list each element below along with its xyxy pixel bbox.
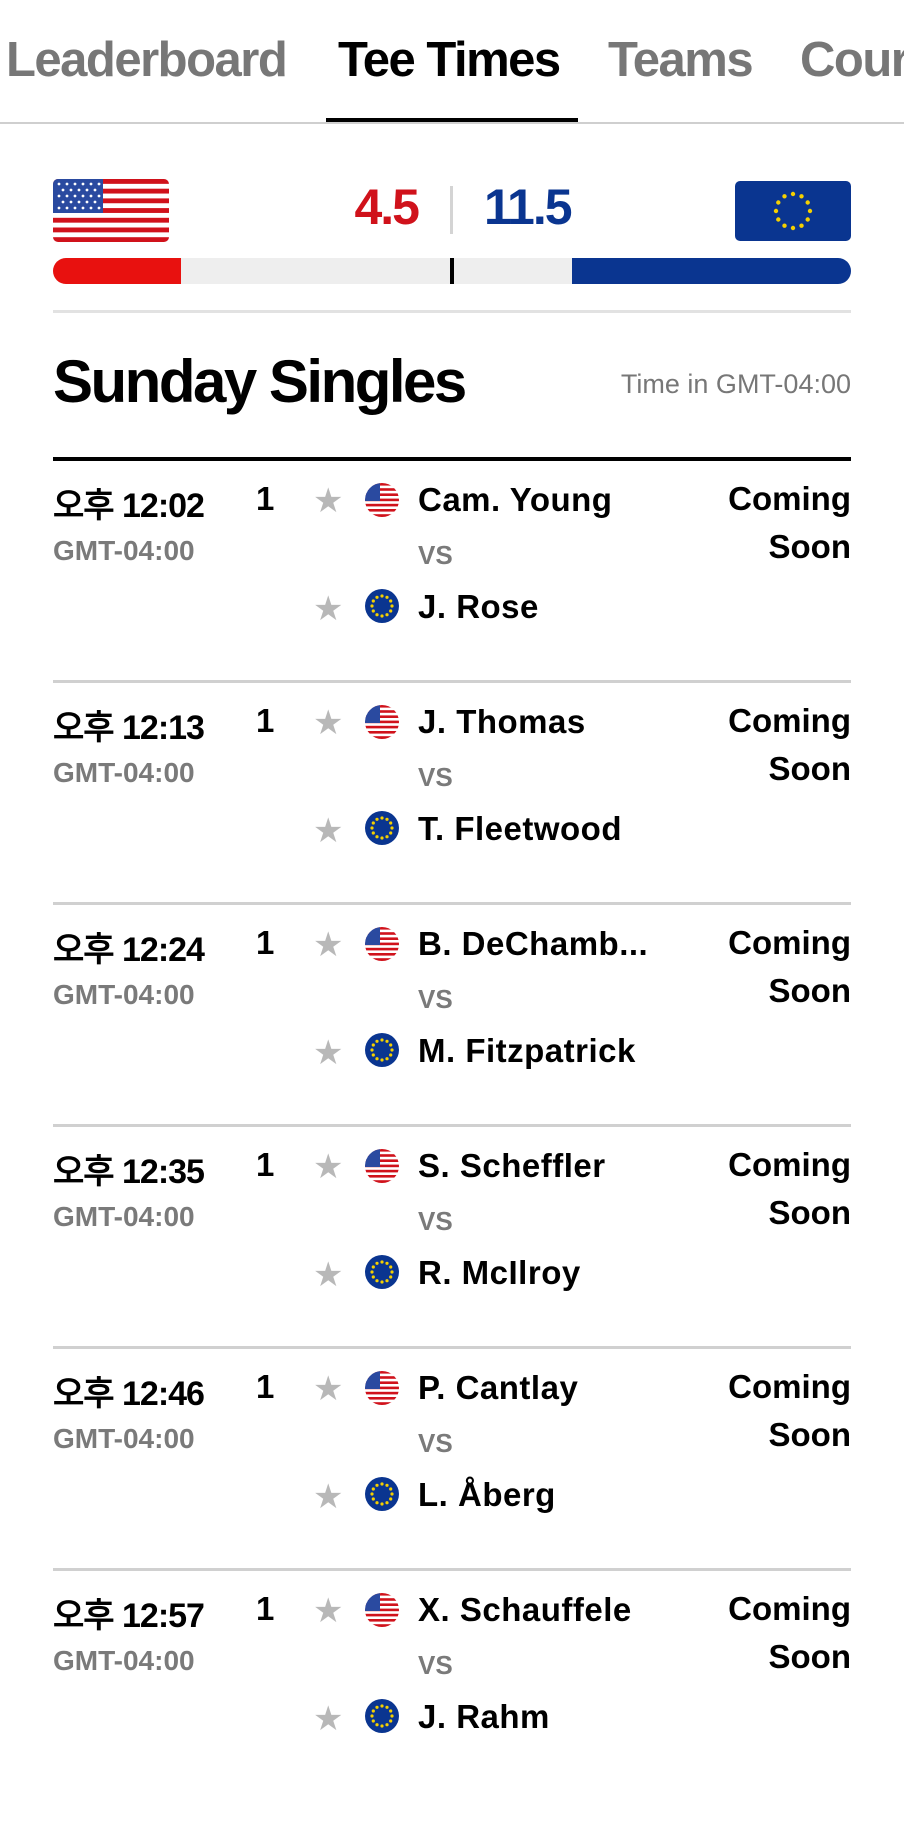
versus-label: VS bbox=[418, 1428, 453, 1458]
timezone-note: Time in GMT-04:00 bbox=[620, 369, 851, 399]
player-us-name[interactable]: J. Thomas bbox=[418, 702, 718, 742]
us-flag-icon bbox=[365, 1149, 399, 1183]
versus-label: VS bbox=[418, 984, 453, 1014]
eu-progress-fill bbox=[571, 258, 851, 284]
tee-time-timezone: GMT-04:00 bbox=[53, 1201, 195, 1232]
us-flag-icon bbox=[365, 705, 399, 739]
eu-flag-icon bbox=[365, 589, 399, 623]
player-us-name[interactable]: B. DeChamb... bbox=[418, 924, 718, 964]
active-tab-indicator bbox=[326, 118, 578, 122]
star-icon[interactable]: ★ bbox=[313, 1369, 343, 1409]
player-us-name[interactable]: Cam. Young bbox=[418, 480, 718, 520]
player-eu-name[interactable]: R. McIlroy bbox=[418, 1253, 718, 1293]
player-eu-name[interactable]: T. Fleetwood bbox=[418, 809, 718, 849]
score-divider bbox=[450, 186, 453, 234]
match-row[interactable]: 오후 12:46 GMT-04:00 1 ★ P. Cantlay VS ★ L… bbox=[53, 1349, 851, 1571]
tee-number: 1 bbox=[256, 924, 275, 961]
us-flag-icon bbox=[365, 1593, 399, 1627]
match-row[interactable]: 오후 12:35 GMT-04:00 1 ★ S. Scheffler VS ★ bbox=[53, 1127, 851, 1349]
player-us-name[interactable]: P. Cantlay bbox=[418, 1368, 718, 1408]
star-icon[interactable]: ★ bbox=[313, 811, 343, 851]
tee-time: 오후 12:24 bbox=[53, 931, 205, 969]
tee-time-timezone: GMT-04:00 bbox=[53, 1645, 195, 1676]
tee-time: 오후 12:46 bbox=[53, 1375, 205, 1413]
star-icon[interactable]: ★ bbox=[313, 703, 343, 743]
player-us-name[interactable]: S. Scheffler bbox=[418, 1146, 718, 1186]
versus-label: VS bbox=[418, 1206, 453, 1236]
player-eu-name[interactable]: J. Rahm bbox=[418, 1697, 718, 1737]
us-progress-fill bbox=[53, 258, 181, 284]
star-icon[interactable]: ★ bbox=[313, 1255, 343, 1295]
eu-flag-icon bbox=[365, 1699, 399, 1733]
tee-number: 1 bbox=[256, 1146, 275, 1183]
tab-course[interactable]: Cour bbox=[800, 30, 904, 90]
tee-number: 1 bbox=[256, 1590, 275, 1627]
match-row[interactable]: 오후 12:57 GMT-04:00 1 ★ X. Schauffele VS … bbox=[53, 1571, 851, 1793]
star-icon[interactable]: ★ bbox=[313, 589, 343, 629]
tab-teams[interactable]: Teams bbox=[608, 30, 754, 90]
star-icon[interactable]: ★ bbox=[313, 481, 343, 521]
tab-leaderboard[interactable]: Leaderboard bbox=[6, 30, 288, 90]
versus-label: VS bbox=[418, 1650, 453, 1680]
match-status: Coming Soon bbox=[728, 702, 851, 787]
match-status: Coming Soon bbox=[728, 924, 851, 1009]
match-status: Coming Soon bbox=[728, 1368, 851, 1453]
us-flag-icon bbox=[365, 927, 399, 961]
eu-flag-icon bbox=[365, 1477, 399, 1511]
player-eu-name[interactable]: M. Fitzpatrick bbox=[418, 1031, 718, 1071]
match-status: Coming Soon bbox=[728, 1590, 851, 1675]
eu-flag-icon bbox=[735, 181, 851, 241]
tee-number: 1 bbox=[256, 480, 275, 517]
tee-time-timezone: GMT-04:00 bbox=[53, 757, 195, 788]
match-status: Coming Soon bbox=[728, 480, 851, 565]
star-icon[interactable]: ★ bbox=[313, 925, 343, 965]
section-title: Sunday Singles bbox=[53, 348, 467, 415]
eu-score: 11.5 bbox=[484, 179, 573, 235]
divider bbox=[53, 310, 851, 313]
eu-flag-icon bbox=[365, 811, 399, 845]
star-icon[interactable]: ★ bbox=[313, 1591, 343, 1631]
versus-label: VS bbox=[418, 540, 453, 570]
tee-time-timezone: GMT-04:00 bbox=[53, 535, 195, 566]
eu-flag-icon bbox=[365, 1255, 399, 1289]
tee-time-timezone: GMT-04:00 bbox=[53, 979, 195, 1010]
match-row[interactable]: 오후 12:24 GMT-04:00 1 ★ B. DeChamb... VS … bbox=[53, 905, 851, 1127]
tab-bar: Leaderboard Tee Times Teams Cour bbox=[0, 0, 904, 124]
star-icon[interactable]: ★ bbox=[313, 1033, 343, 1073]
us-flag-icon bbox=[365, 483, 399, 517]
tee-time-timezone: GMT-04:00 bbox=[53, 1423, 195, 1454]
star-icon[interactable]: ★ bbox=[313, 1477, 343, 1517]
eu-flag-icon bbox=[365, 1033, 399, 1067]
tee-number: 1 bbox=[256, 702, 275, 739]
star-icon[interactable]: ★ bbox=[313, 1147, 343, 1187]
tee-time: 오후 12:35 bbox=[53, 1153, 205, 1191]
tee-number: 1 bbox=[256, 1368, 275, 1405]
match-status: Coming Soon bbox=[728, 1146, 851, 1231]
versus-label: VS bbox=[418, 762, 453, 792]
player-eu-name[interactable]: L. Åberg bbox=[418, 1475, 718, 1515]
us-score: 4.5 bbox=[354, 179, 420, 235]
tee-time: 오후 12:13 bbox=[53, 709, 205, 747]
us-flag-icon bbox=[53, 179, 169, 242]
tee-time: 오후 12:02 bbox=[53, 487, 205, 525]
match-row[interactable]: 오후 12:02 GMT-04:00 1 ★ Cam. Young VS ★ J… bbox=[53, 461, 851, 683]
player-us-name[interactable]: X. Schauffele bbox=[418, 1590, 718, 1630]
match-row[interactable]: 오후 12:13 GMT-04:00 1 ★ J. Thomas VS ★ T.… bbox=[53, 683, 851, 905]
star-icon[interactable]: ★ bbox=[313, 1699, 343, 1739]
tab-tee-times[interactable]: Tee Times bbox=[338, 30, 561, 90]
player-eu-name[interactable]: J. Rose bbox=[418, 587, 718, 627]
tee-time: 오후 12:57 bbox=[53, 1597, 205, 1635]
us-flag-icon bbox=[365, 1371, 399, 1405]
score-midpoint-marker bbox=[450, 258, 454, 284]
